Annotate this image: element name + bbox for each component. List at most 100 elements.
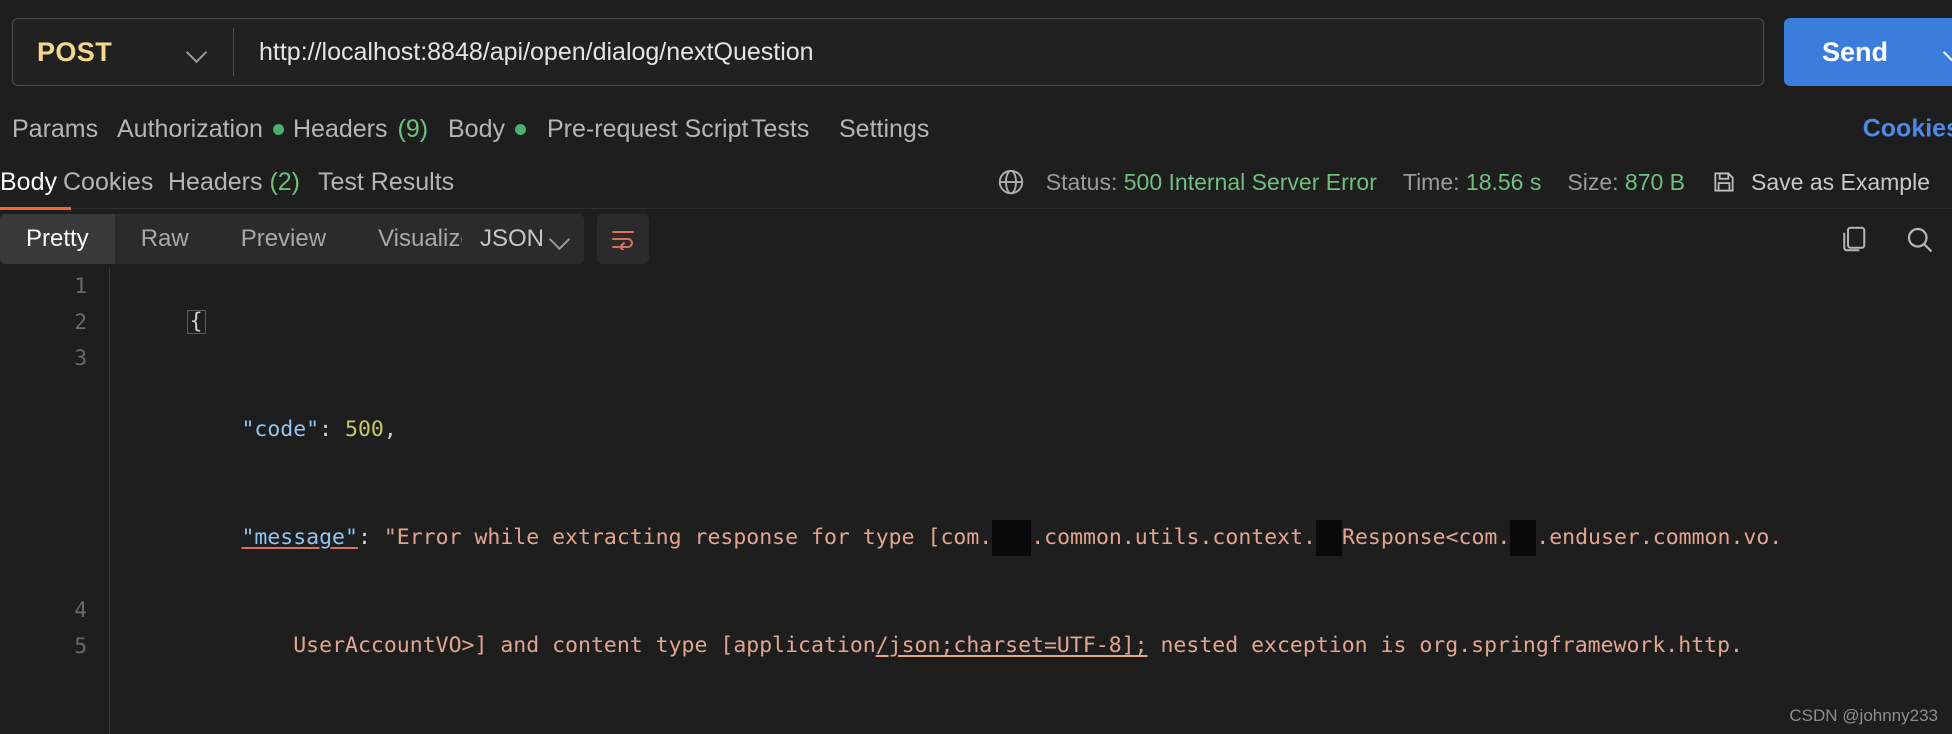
globe-icon (998, 169, 1023, 195)
chevron-down-icon (550, 229, 570, 249)
msg-seg-1b: .common.utils.context. (1031, 525, 1316, 550)
view-mode-label: Visualize (378, 225, 474, 252)
request-tab-label: Params (12, 114, 99, 143)
redacted-block: aaa (992, 520, 1032, 556)
response-body-viewer[interactable]: 1 2 3 4 5 { "code": 500, "message": "Error … (0, 268, 1952, 734)
save-as-example-button[interactable]: Save as Example (1711, 169, 1930, 196)
redacted-block: aa (1510, 520, 1537, 556)
msg-seg-1c: Response<com. (1342, 525, 1511, 550)
response-tab-count: (2) (269, 168, 301, 196)
copy-icon[interactable] (1838, 224, 1868, 254)
response-tab-headers[interactable]: Headers (2) (168, 168, 300, 197)
response-tab-cookies[interactable]: Cookies (63, 168, 153, 197)
send-button[interactable]: Send (1784, 18, 1952, 86)
code-line-1: { (112, 268, 1952, 376)
response-tab-label: Headers (168, 168, 270, 196)
modified-indicator-dot (514, 123, 526, 135)
status-label: Status: (1045, 168, 1118, 195)
code-line-3-wrap-2: converter.HttpMessageNotReadableExceptio… (112, 700, 1952, 734)
line-number-continuation (0, 448, 109, 484)
line-number-continuation (0, 412, 109, 448)
response-tab-test-results[interactable]: Test Results (318, 168, 454, 197)
request-tab-body[interactable]: Body (448, 115, 526, 144)
url-input[interactable]: http://localhost:8848/api/open/dialog/ne… (234, 19, 1763, 85)
request-tab-label: Settings (839, 114, 930, 143)
send-options-button[interactable] (1936, 18, 1952, 86)
cookies-link[interactable]: Cookies (1863, 115, 1952, 144)
floppy-disk-icon (1714, 172, 1734, 192)
request-tab-count: (9) (397, 114, 429, 143)
response-tab-label: Body (0, 168, 57, 196)
json-value-code: 500 (345, 417, 384, 442)
request-tab-label: Tests (751, 114, 810, 143)
view-mode-preview[interactable]: Preview (215, 214, 352, 264)
request-tab-authorization[interactable]: Authorization (117, 115, 284, 144)
line-number: 2 (74, 310, 87, 334)
json-key-message: "message" (241, 525, 358, 550)
url-shell: POST http://localhost:8848/api/open/dial… (12, 18, 1764, 86)
request-tab-headers[interactable]: Headers (9) (293, 115, 428, 144)
http-method-selector[interactable]: POST (13, 19, 233, 85)
response-status-group: Status: 500 Internal Server Error Time: … (996, 155, 1930, 209)
json-open-brace: { (186, 310, 206, 334)
content-type-link[interactable]: /json;charset=UTF-8]; (876, 633, 1148, 658)
redacted-block: aa (1316, 520, 1342, 556)
view-mode-label: Raw (140, 225, 189, 252)
response-actions (1838, 214, 1934, 264)
request-tab-tests[interactable]: Tests (751, 115, 809, 144)
response-tab-body[interactable]: Body (0, 168, 71, 210)
line-number-continuation (0, 376, 109, 412)
request-tab-params[interactable]: Params (12, 115, 98, 144)
search-icon[interactable] (1904, 224, 1934, 254)
response-tab-label: Cookies (63, 168, 154, 196)
msg-seg-2b: nested exception is org.springframework.… (1147, 633, 1743, 658)
language-select[interactable]: JSON (462, 214, 584, 264)
response-format-toolbar: Pretty Raw Preview Visualize JSON (0, 210, 1952, 268)
request-tab-pre-request-script[interactable]: Pre-request Script (547, 115, 748, 144)
request-tab-label: Authorization (117, 114, 263, 143)
view-mode-label: Preview (240, 225, 327, 252)
msg-seg-2a: UserAccountVO>] and content type [applic… (293, 633, 876, 658)
language-select-label: JSON (480, 225, 545, 252)
json-key-code: "code" (241, 417, 320, 442)
code-line-3-wrap-1: UserAccountVO>] and content type [applic… (112, 592, 1952, 700)
msg-seg-1d: .enduser.common.vo. (1536, 525, 1783, 550)
response-tab-bar: Body Cookies Headers (2) Test Results Statu… (0, 155, 1952, 210)
size-value: 870 B (1624, 168, 1686, 195)
request-tab-label: Headers (293, 114, 388, 143)
msg-seg-1a: "Error while extracting response for typ… (383, 525, 993, 550)
send-button-label: Send (1822, 36, 1889, 67)
code-line-2: "code": 500, (241, 417, 397, 442)
time-badge: Time: 18.56 s (1403, 169, 1542, 196)
request-tab-label: Pre-request Script (547, 114, 749, 143)
view-mode-pretty[interactable]: Pretty (0, 214, 115, 264)
request-tab-bar: Cookies Params Authorization Headers (9) Bod… (0, 103, 1952, 155)
line-number-continuation (0, 484, 109, 520)
save-as-example-label: Save as Example (1751, 168, 1930, 195)
status-value: 500 Internal Server Error (1123, 168, 1377, 195)
response-body-code: { "code": 500, "message": "Error while e… (112, 268, 1952, 734)
code-line-3: "message": "Error while extracting respo… (112, 484, 1952, 592)
line-number: 3 (74, 346, 87, 370)
line-number-gutter: 1 2 3 4 5 (0, 268, 110, 734)
response-tab-label: Test Results (318, 168, 455, 196)
word-wrap-button[interactable] (597, 214, 649, 264)
status-badge: Status: 500 Internal Server Error (1046, 169, 1377, 196)
line-number-continuation (0, 556, 109, 592)
size-label: Size: (1567, 168, 1619, 195)
word-wrap-icon (612, 231, 634, 250)
chevron-down-icon (1944, 42, 1952, 62)
modified-indicator-dot (272, 123, 284, 135)
request-tab-label: Body (448, 114, 505, 143)
request-tab-settings[interactable]: Settings (839, 115, 929, 144)
line-number: 4 (74, 598, 87, 622)
chevron-down-icon (187, 42, 207, 62)
view-mode-raw[interactable]: Raw (115, 214, 215, 264)
size-badge: Size: 870 B (1567, 169, 1685, 196)
json-comma: , (383, 417, 397, 442)
request-url-bar: POST http://localhost:8848/api/open/dial… (0, 0, 1952, 102)
http-method-label: POST (37, 36, 113, 67)
view-mode-segmented-control: Pretty Raw Preview Visualize (0, 214, 500, 264)
line-number: 1 (74, 274, 87, 298)
watermark: CSDN @johnny233 (1789, 706, 1938, 725)
